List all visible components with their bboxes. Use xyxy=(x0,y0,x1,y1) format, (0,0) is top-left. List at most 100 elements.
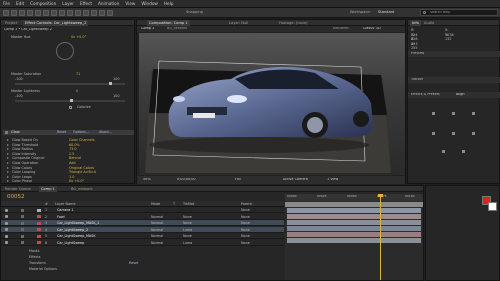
timeline-timecode[interactable]: 00052 xyxy=(7,194,25,200)
track-bar[interactable] xyxy=(287,232,421,237)
layer-mode[interactable]: Normal xyxy=(151,227,163,233)
menu-composition[interactable]: Composition xyxy=(27,0,59,8)
align-right-icon[interactable] xyxy=(472,112,475,115)
menu-window[interactable]: Window xyxy=(138,0,161,8)
eraser-tool-icon[interactable] xyxy=(91,10,97,16)
tab-timeline-bg-network[interactable]: BG_network xyxy=(69,186,95,192)
glow-property-value[interactable]: 0x +0.0° xyxy=(69,179,84,184)
track-bar[interactable] xyxy=(287,238,421,243)
view-select[interactable]: Active Camera xyxy=(283,178,308,182)
lock-icon[interactable] xyxy=(21,208,24,212)
tracker-panel-header[interactable]: Tracker xyxy=(408,77,500,83)
layer-row[interactable]: 3 Car_LightSweep_MASK_2 Normal None None xyxy=(1,220,284,226)
align-left-icon[interactable] xyxy=(432,112,435,115)
pan-behind-tool-icon[interactable] xyxy=(43,10,49,16)
subline-transform[interactable]: Transform xyxy=(29,261,46,266)
track-bar[interactable] xyxy=(287,214,421,219)
mask-tool-icon[interactable] xyxy=(51,10,57,16)
background-color-swatch[interactable] xyxy=(488,202,497,211)
layer-parent[interactable]: None xyxy=(241,207,250,213)
search-help-input[interactable]: Search Help xyxy=(420,9,498,16)
layer-row[interactable]: 4 Car_LightSweep_2 Normal Luma None xyxy=(1,226,284,233)
align-tab[interactable]: Align xyxy=(456,93,465,97)
visibility-eye-icon[interactable] xyxy=(5,215,8,218)
layer-name[interactable]: Camera 1 xyxy=(57,207,74,213)
zoom-select[interactable]: 50% xyxy=(143,178,151,182)
layer-name[interactable]: Car_LightSweep xyxy=(57,240,84,246)
preview-tab[interactable]: Preview xyxy=(411,52,424,56)
lock-icon[interactable] xyxy=(21,221,24,225)
tab-project[interactable]: Project xyxy=(3,20,19,26)
tab-effect-controls[interactable]: Effect Controls: Car_Lightsweep_2 xyxy=(23,20,89,26)
layer-mode[interactable]: Normal xyxy=(151,240,163,246)
expand-arrow-icon[interactable] xyxy=(7,171,9,174)
track-bar[interactable] xyxy=(287,226,421,231)
camera-tool-icon[interactable] xyxy=(35,10,41,16)
subline-effects[interactable]: Effects xyxy=(29,255,41,260)
tab-timeline-comp1[interactable]: Comp 1 xyxy=(39,186,57,192)
visibility-eye-icon[interactable] xyxy=(5,221,8,225)
layer-parent[interactable]: None xyxy=(241,227,250,233)
master-hue-value[interactable]: 0x +0.0° xyxy=(71,35,86,40)
layer-mode[interactable]: Normal xyxy=(151,220,163,226)
effects-tab[interactable]: Effects & Presets xyxy=(411,93,440,97)
resolution-select[interactable]: Full xyxy=(235,178,241,182)
playhead-handle-icon[interactable] xyxy=(378,194,383,197)
tracker-tab[interactable]: Tracker xyxy=(411,78,423,82)
menu-view[interactable]: View xyxy=(122,0,138,8)
preview-panel-header[interactable]: Preview xyxy=(408,51,500,57)
clone-tool-icon[interactable] xyxy=(83,10,89,16)
saturation-knob[interactable] xyxy=(109,82,112,85)
align-hcenter-icon[interactable] xyxy=(452,112,455,115)
expand-arrow-icon[interactable] xyxy=(7,180,9,183)
tab-audio[interactable]: Audio xyxy=(422,20,436,26)
visibility-eye-icon[interactable] xyxy=(5,228,8,231)
views-select[interactable]: 1 View xyxy=(327,178,338,182)
colorize-checkbox[interactable] xyxy=(69,106,72,109)
track-bar[interactable] xyxy=(287,208,421,213)
align-top-icon[interactable] xyxy=(432,132,435,135)
expand-arrow-icon[interactable] xyxy=(7,148,9,151)
rotate-tool-icon[interactable] xyxy=(27,10,33,16)
layer-trkmat[interactable]: Luma xyxy=(183,227,192,233)
puppet-tool-icon[interactable] xyxy=(107,10,113,16)
subline-material-options[interactable]: Material Options xyxy=(29,267,57,272)
expand-arrow-icon[interactable] xyxy=(7,157,9,160)
align-bottom-icon[interactable] xyxy=(472,132,475,135)
lightness-value[interactable]: 0 xyxy=(76,89,78,94)
playhead[interactable] xyxy=(380,194,381,280)
distribute-left-icon[interactable] xyxy=(442,150,445,153)
comp-timecode[interactable]: 0;00;00;00 xyxy=(177,178,196,182)
tab-info[interactable]: Info xyxy=(410,20,421,26)
time-ruler[interactable]: 00000 00025 00050 00075 00100 xyxy=(285,194,423,201)
layer-color-label[interactable] xyxy=(37,208,41,212)
layer-color-label[interactable] xyxy=(37,221,41,225)
pen-tool-icon[interactable] xyxy=(59,10,65,16)
align-vcenter-icon[interactable] xyxy=(452,132,455,135)
hand-tool-icon[interactable] xyxy=(11,10,17,16)
lock-icon[interactable] xyxy=(21,228,24,231)
layer-parent[interactable]: None xyxy=(241,214,250,220)
visibility-eye-icon[interactable] xyxy=(5,208,8,212)
work-area-bar[interactable] xyxy=(285,202,423,207)
effects-panel-header[interactable]: Effects & Presets Align xyxy=(408,92,500,98)
lock-icon[interactable] xyxy=(21,241,24,244)
layer-color-label[interactable] xyxy=(37,215,41,218)
lock-icon[interactable] xyxy=(21,215,24,218)
saturation-value[interactable]: 71 xyxy=(76,72,80,77)
layer-trkmat[interactable]: None xyxy=(183,214,192,220)
visibility-eye-icon[interactable] xyxy=(5,234,8,238)
layer-color-label[interactable] xyxy=(37,228,41,231)
layer-row[interactable]: 2 Fowl Normal None None xyxy=(1,214,284,220)
menu-edit[interactable]: Edit xyxy=(13,0,27,8)
timeline-tracks[interactable]: 00000 00025 00050 00075 00100 xyxy=(285,194,423,280)
lightness-knob[interactable] xyxy=(70,99,73,102)
track-bar[interactable] xyxy=(287,220,421,225)
transform-reset-link[interactable]: Reset xyxy=(129,261,138,266)
subtab-bg-network[interactable]: BG_network xyxy=(167,27,187,31)
comp-viewer[interactable]: Active Camera xyxy=(139,33,405,175)
expand-arrow-icon[interactable] xyxy=(7,166,9,169)
glow-reset-link[interactable]: Reset xyxy=(57,130,66,135)
layer-parent[interactable]: None xyxy=(241,233,250,239)
layer-name[interactable]: Fowl xyxy=(57,214,65,220)
